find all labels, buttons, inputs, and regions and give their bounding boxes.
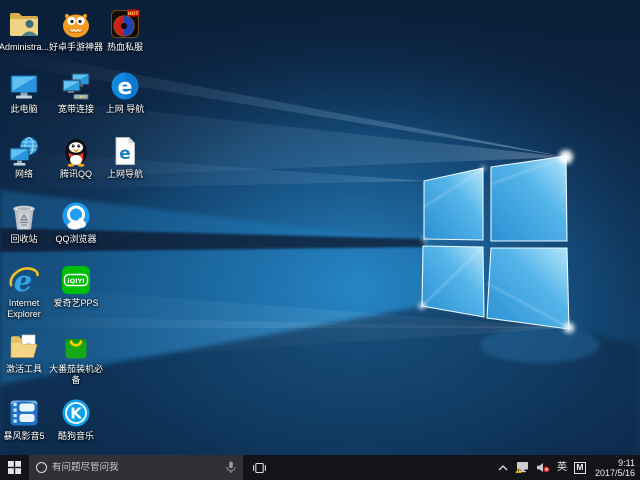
desktop-icon-tencent-qq[interactable]: 腾讯QQ	[48, 135, 104, 180]
desktop-icon-this-pc[interactable]: 此电脑	[0, 70, 52, 115]
baofeng-icon	[8, 397, 40, 429]
desktop-icon-nav-doc[interactable]: e 上网导航	[97, 135, 153, 180]
desktop-icon-label: 上网导航	[107, 169, 143, 180]
nav-doc-icon: e	[109, 135, 141, 167]
desktop-icon-qq-browser[interactable]: QQ浏览器	[48, 200, 104, 245]
desktop-icon-label: Administra...	[0, 42, 49, 53]
iqiyi-pps-icon: iQIYI	[60, 264, 92, 296]
desktop-icon-kugou-music[interactable]: K 酷狗音乐	[48, 397, 104, 442]
svg-text:e: e	[118, 75, 133, 100]
svg-text:e: e	[119, 144, 131, 164]
desktop-icon-label: QQ浏览器	[55, 234, 96, 245]
desktop-icon-label: 好卓手游神器	[49, 42, 103, 53]
desktop-icon-label: 爱奇艺PPS	[53, 298, 98, 309]
desktop-icon-internet-explorer[interactable]: e Internet Explorer	[0, 264, 52, 320]
kugou-music-icon: K	[60, 397, 92, 429]
desktop-icon-broadband[interactable]: 宽带连接	[48, 70, 104, 115]
desktop-icon-label: 热血私服	[107, 42, 143, 53]
taskbar-empty-area[interactable]	[275, 455, 498, 480]
clock-date: 2017/5/16	[595, 468, 635, 478]
desktop-icon-activate-tool[interactable]: e 激活工具	[0, 330, 52, 375]
qq-browser-icon	[60, 200, 92, 232]
desktop-icon-label: 回收站	[10, 234, 37, 245]
svg-text:HOT: HOT	[128, 11, 140, 17]
search-box[interactable]	[29, 455, 243, 480]
haozhuo-game-icon	[60, 8, 92, 40]
ime-mode-badge[interactable]: M	[574, 462, 586, 474]
broadband-icon	[60, 70, 92, 102]
desktop-icon-user-folder[interactable]: Administra...	[0, 8, 52, 53]
desktop-icon-nav-circle[interactable]: e 上网 导航	[97, 70, 153, 115]
rexue-sifu-icon: HOT	[109, 8, 141, 40]
network-icon	[8, 135, 40, 167]
desktop-icon-label: 宽带连接	[58, 104, 94, 115]
desktop-icon-rexue-sifu[interactable]: HOT 热血私服	[97, 8, 153, 53]
clock-time: 9:11	[595, 458, 635, 468]
task-view-icon	[252, 462, 267, 474]
desktop[interactable]: Administra... 好卓手游神器 HOT热血私服 此电脑 宽带连接 e上…	[0, 0, 640, 455]
desktop-icon-baofeng[interactable]: 暴风影音5	[0, 397, 52, 442]
microphone-icon[interactable]	[226, 461, 236, 474]
user-folder-icon	[8, 8, 40, 40]
network-status-icon[interactable]	[515, 461, 529, 474]
desktop-icon-label: 激活工具	[6, 364, 42, 375]
input-language-indicator[interactable]: 英	[557, 463, 567, 473]
desktop-icon-recycle-bin[interactable]: 回收站	[0, 200, 52, 245]
recycle-bin-icon	[8, 200, 40, 232]
desktop-icon-label: Internet Explorer	[0, 298, 52, 320]
desktop-icon-label: 大番茄装机必备	[48, 364, 104, 386]
desktop-icon-haozhuo-game[interactable]: 好卓手游神器	[48, 8, 104, 53]
search-input[interactable]	[52, 462, 221, 473]
nav-circle-icon: e	[109, 70, 141, 102]
desktop-icon-network[interactable]: 网络	[0, 135, 52, 180]
task-view-button[interactable]	[243, 455, 275, 480]
datomato-icon	[60, 330, 92, 362]
show-hidden-icons-chevron[interactable]	[498, 465, 508, 471]
volume-muted-icon[interactable]	[536, 462, 550, 473]
desktop-icon-label: 腾讯QQ	[60, 169, 92, 180]
this-pc-icon	[8, 70, 40, 102]
cortana-icon	[36, 462, 47, 473]
desktop-icon-label: 酷狗音乐	[58, 431, 94, 442]
desktop-icon-iqiyi-pps[interactable]: iQIYI 爱奇艺PPS	[48, 264, 104, 309]
desktop-icon-label: 上网 导航	[106, 104, 145, 115]
svg-text:iQIYI: iQIYI	[67, 277, 84, 285]
windows-logo-icon	[8, 461, 21, 474]
desktop-icon-label: 此电脑	[10, 104, 37, 115]
svg-text:K: K	[70, 405, 83, 423]
desktop-icon-label: 暴风影音5	[3, 431, 44, 442]
desktop-icon-datomato[interactable]: 大番茄装机必备	[48, 330, 104, 386]
activate-tool-icon: e	[8, 330, 40, 362]
taskbar-clock[interactable]: 9:11 2017/5/16	[593, 458, 635, 478]
internet-explorer-icon: e	[8, 264, 40, 296]
system-tray: 英 M 9:11 2017/5/16	[498, 455, 640, 480]
tencent-qq-icon	[60, 135, 92, 167]
taskbar[interactable]: 英 M 9:11 2017/5/16	[0, 455, 640, 480]
start-button[interactable]	[0, 455, 29, 480]
desktop-icon-label: 网络	[15, 169, 33, 180]
